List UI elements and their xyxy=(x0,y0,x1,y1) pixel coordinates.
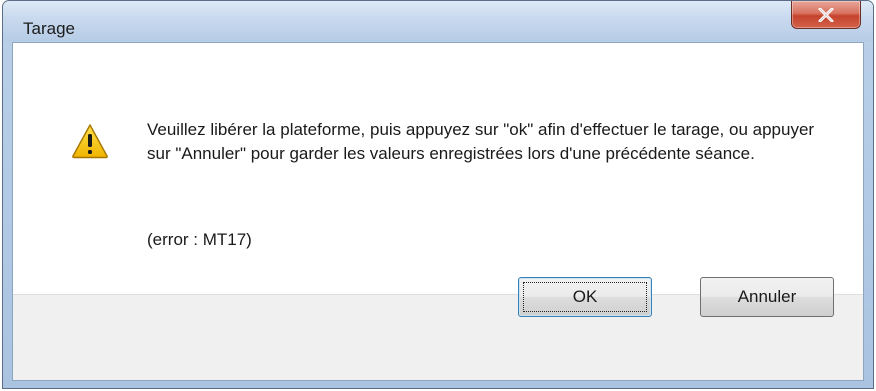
error-code: (error : MT17) xyxy=(147,230,252,249)
dialog-content: Veuillez libérer la plateforme, puis app… xyxy=(12,42,864,381)
message-area: Veuillez libérer la plateforme, puis app… xyxy=(13,43,863,294)
close-button[interactable] xyxy=(791,1,861,29)
window-title: Tarage xyxy=(23,19,75,38)
dialog-message: Veuillez libérer la plateforme, puis app… xyxy=(147,118,827,166)
cancel-button[interactable]: Annuler xyxy=(700,277,834,317)
message-text: Veuillez libérer la plateforme, puis app… xyxy=(147,120,815,163)
dialog-window: Tarage Veuillez libérer la plateforme, p… xyxy=(2,0,874,389)
ok-button[interactable]: OK xyxy=(518,277,652,317)
cancel-button-label: Annuler xyxy=(737,287,797,306)
close-icon xyxy=(818,7,834,22)
focus-rectangle xyxy=(523,282,647,312)
warning-icon xyxy=(72,124,108,159)
title-bar[interactable]: Tarage xyxy=(3,1,873,41)
